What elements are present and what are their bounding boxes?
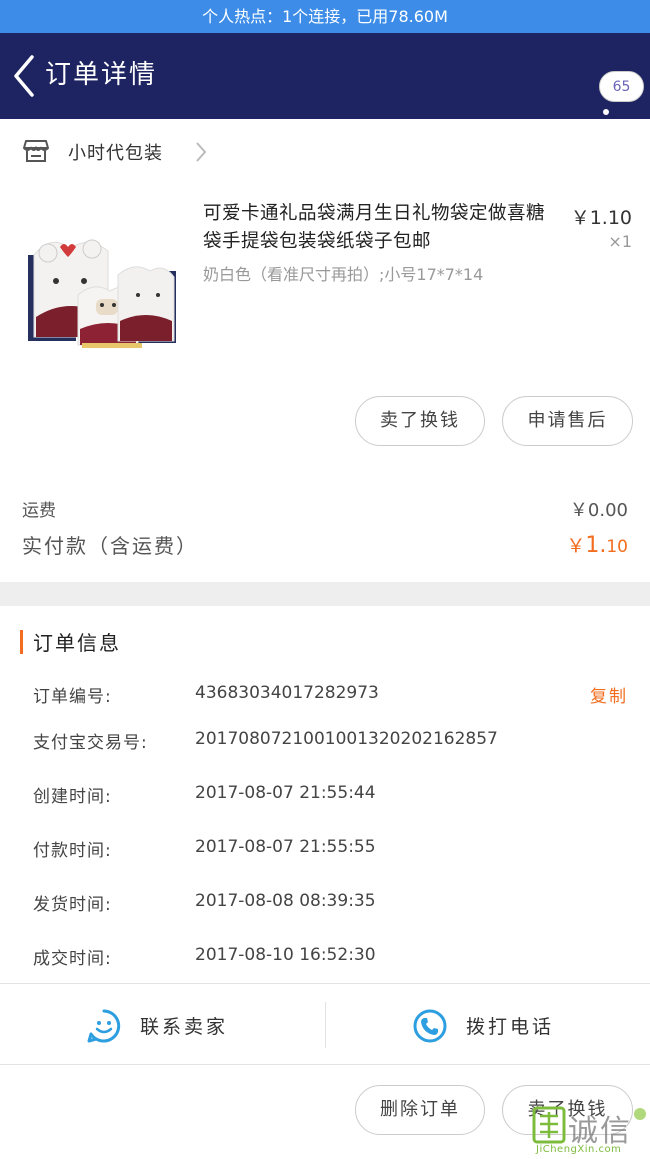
- paid-time-value: 2017-08-07 21:55:55: [195, 837, 376, 857]
- paid-integer: 1.: [585, 533, 607, 558]
- section-divider: [0, 582, 650, 606]
- delete-order-button[interactable]: 删除订单: [355, 1085, 485, 1135]
- shop-row[interactable]: 小时代包装: [0, 119, 650, 185]
- contact-bar: 联系卖家 拨打电话: [0, 983, 650, 1065]
- section-accent-bar: [20, 630, 23, 654]
- watermark-url: JiChengXin.com: [536, 1144, 622, 1155]
- store-icon: [23, 140, 49, 162]
- paid-amount-value: ￥1.10: [566, 531, 628, 558]
- message-count-badge[interactable]: 65: [599, 71, 644, 102]
- copy-button[interactable]: 复制: [590, 682, 628, 707]
- contact-seller-label: 联系卖家: [140, 1016, 229, 1038]
- call-phone-button[interactable]: 拨打电话: [326, 984, 650, 1064]
- product-quantity: ×1: [608, 232, 632, 251]
- product-title[interactable]: 可爱卡通礼品袋满月生日礼物袋定做喜糖袋手提袋包装袋纸袋子包邮: [203, 200, 558, 256]
- chevron-right-icon: [196, 142, 207, 162]
- order-info-title: 订单信息: [33, 631, 121, 655]
- shipping-value: ￥0.00: [569, 500, 628, 521]
- alipay-trade-value: 20170807210010013202021628​57: [195, 729, 498, 749]
- hotspot-status-bar: 个人热点：1个连接，已用78.60M: [0, 0, 650, 33]
- paid-time-label: 付款时间:: [33, 841, 112, 861]
- completed-time-value: 2017-08-10 16:52:30: [195, 945, 376, 965]
- shipped-time-value: 2017-08-08 08:39:35: [195, 891, 376, 911]
- product-image[interactable]: [22, 225, 180, 353]
- shipping-label: 运费: [22, 501, 56, 521]
- order-number-value: 43683034017282973: [195, 683, 379, 703]
- chat-face-icon: [87, 1009, 121, 1043]
- app-header: 订单详情 65: [0, 33, 650, 119]
- back-arrow-icon[interactable]: [10, 53, 40, 99]
- alipay-trade-label: 支付宝交易号:: [33, 733, 148, 753]
- product-price: ￥1.10: [570, 207, 632, 229]
- shipped-time-label: 发货时间:: [33, 895, 112, 915]
- order-number-label: 订单编号:: [33, 687, 112, 707]
- created-time-label: 创建时间:: [33, 787, 112, 807]
- paid-decimal: 10: [606, 537, 628, 557]
- paid-amount-label: 实付款（含运费）: [22, 534, 198, 558]
- call-phone-label: 拨打电话: [466, 1016, 555, 1038]
- sell-for-cash-button[interactable]: 卖了换钱: [355, 396, 485, 446]
- shop-name: 小时代包装: [68, 143, 163, 164]
- created-time-value: 2017-08-07 21:55:44: [195, 783, 376, 803]
- request-after-sales-button[interactable]: 申请售后: [502, 396, 633, 446]
- contact-seller-button[interactable]: 联系卖家: [0, 984, 325, 1064]
- completed-time-label: 成交时间:: [33, 949, 112, 969]
- page-title: 订单详情: [45, 60, 158, 90]
- watermark-logo: 诚信 JiChengXin.com: [532, 1106, 650, 1155]
- paid-currency: ￥: [566, 535, 586, 557]
- product-sku: 奶白色（看准尺寸再拍）;小号17*7*14: [203, 265, 484, 284]
- phone-icon: [413, 1009, 447, 1043]
